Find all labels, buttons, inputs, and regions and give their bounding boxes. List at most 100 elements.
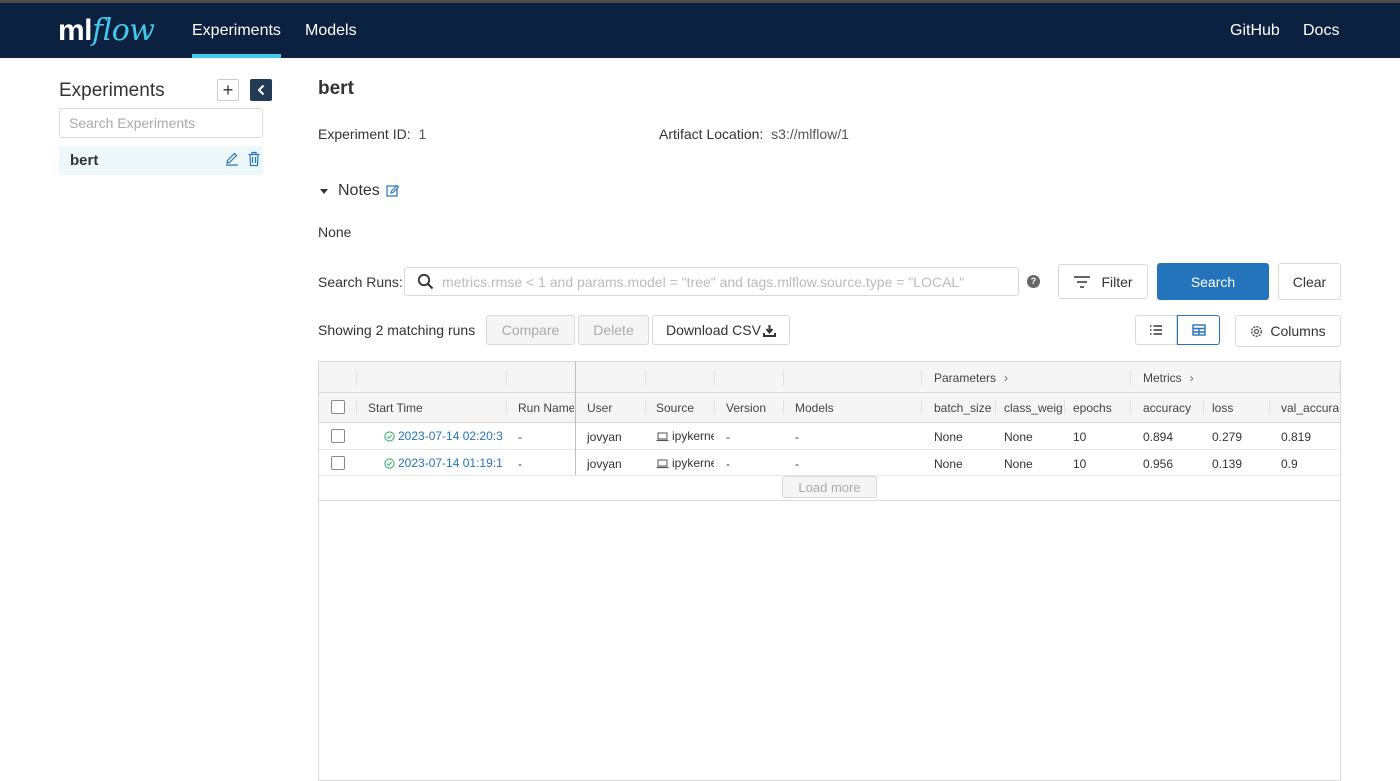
run-version: - xyxy=(726,457,730,471)
column-header[interactable]: loss xyxy=(1212,401,1268,415)
experiment-id-label: Experiment ID: xyxy=(318,126,411,142)
success-check-icon xyxy=(384,431,395,442)
chevron-right-icon: › xyxy=(1004,371,1009,385)
column-header[interactable]: Models xyxy=(795,401,915,415)
nav-experiments[interactable]: Experiments xyxy=(192,3,281,58)
start-time-text: 2023-07-14 02:20:3 xyxy=(398,429,503,443)
list-icon xyxy=(1150,325,1162,335)
notes-label: Notes xyxy=(338,182,380,199)
runs-table: Parameters › Metrics › Start Time Run Name… xyxy=(318,361,1341,781)
group-metrics-label: Metrics xyxy=(1143,371,1182,385)
column-header[interactable]: class_weig xyxy=(1004,401,1064,415)
notes-content: None xyxy=(318,224,352,240)
help-icon[interactable]: ? xyxy=(1027,275,1040,288)
search-runs-label: Search Runs: xyxy=(318,274,403,290)
param-epochs: 10 xyxy=(1073,457,1087,471)
trash-icon[interactable] xyxy=(247,151,261,167)
param-class-weight: None xyxy=(1004,457,1033,471)
chevron-right-icon: › xyxy=(1189,371,1194,385)
artifact-location-value: s3://mlflow/1 xyxy=(771,126,849,142)
metric-val-accuracy: 0.819 xyxy=(1281,430,1312,444)
run-user: jovyan xyxy=(587,430,622,444)
laptop-icon xyxy=(656,432,669,442)
add-experiment-button[interactable]: + xyxy=(217,79,239,101)
mlflow-logo[interactable]: ml flow xyxy=(58,13,155,49)
filter-icon xyxy=(1074,275,1091,288)
run-start-time-link[interactable]: 2023-07-14 01:19:1 xyxy=(384,456,506,470)
column-header[interactable]: Source xyxy=(656,401,712,415)
column-header[interactable]: batch_size xyxy=(934,401,994,415)
caret-down-icon xyxy=(320,188,328,194)
download-csv-button[interactable]: Download CSV xyxy=(652,315,790,345)
success-check-icon xyxy=(384,458,395,469)
metric-val-accuracy: 0.9 xyxy=(1281,457,1298,471)
columns-label: Columns xyxy=(1270,323,1326,339)
group-parameters-label: Parameters xyxy=(934,371,997,385)
param-class-weight: None xyxy=(1004,430,1033,444)
search-runs-input[interactable] xyxy=(442,268,1012,295)
columns-button[interactable]: Columns xyxy=(1235,315,1341,347)
param-batch-size: None xyxy=(934,457,963,471)
search-experiments-input[interactable] xyxy=(59,108,263,138)
select-all-checkbox[interactable] xyxy=(331,400,345,414)
source-text: ipykerne xyxy=(672,456,714,470)
list-view-button[interactable] xyxy=(1135,315,1177,345)
row-checkbox[interactable] xyxy=(331,429,345,443)
gear-icon xyxy=(1251,325,1263,337)
table-view-button[interactable] xyxy=(1177,315,1220,345)
column-header[interactable]: Start Time xyxy=(368,401,504,415)
metric-loss: 0.279 xyxy=(1212,430,1243,444)
metric-loss: 0.139 xyxy=(1212,457,1243,471)
compare-button[interactable]: Compare xyxy=(486,315,575,345)
clear-button[interactable]: Clear xyxy=(1278,263,1341,300)
param-batch-size: None xyxy=(934,430,963,444)
delete-button[interactable]: Delete xyxy=(578,315,649,345)
metric-accuracy: 0.956 xyxy=(1143,457,1174,471)
source-text: ipykerne xyxy=(672,429,714,443)
experiment-id-value: 1 xyxy=(418,126,427,142)
chevron-left-icon xyxy=(257,84,265,96)
download-icon xyxy=(762,324,776,337)
nav-docs[interactable]: Docs xyxy=(1303,3,1339,58)
table-icon xyxy=(1191,324,1206,336)
laptop-icon xyxy=(656,459,669,469)
edit-icon[interactable] xyxy=(225,151,239,167)
search-button[interactable]: Search xyxy=(1157,263,1269,300)
load-more-button[interactable]: Load more xyxy=(782,476,877,498)
experiment-name: bert xyxy=(70,152,99,169)
run-name: - xyxy=(518,430,522,444)
row-checkbox[interactable] xyxy=(331,456,345,470)
pinned-columns-divider xyxy=(575,362,576,475)
logo-ml: ml xyxy=(58,14,93,47)
start-time-text: 2023-07-14 01:19:1 xyxy=(398,456,503,470)
matching-runs-count: Showing 2 matching runs xyxy=(318,322,476,338)
run-start-time-link[interactable]: 2023-07-14 02:20:3 xyxy=(384,429,506,443)
group-parameters[interactable]: Parameters › xyxy=(934,371,1008,385)
column-header[interactable]: Version xyxy=(726,401,782,415)
column-header[interactable]: accuracy xyxy=(1143,401,1203,415)
column-header[interactable]: Run Name xyxy=(518,401,574,415)
sidebar-item-bert[interactable]: bert xyxy=(59,146,263,175)
download-csv-label: Download CSV xyxy=(666,322,761,338)
column-header[interactable]: epochs xyxy=(1073,401,1129,415)
group-metrics[interactable]: Metrics › xyxy=(1143,371,1194,385)
run-source[interactable]: ipykerne xyxy=(656,429,714,443)
filter-button[interactable]: Filter xyxy=(1058,264,1148,299)
artifact-location: Artifact Location: s3://mlflow/1 xyxy=(659,126,849,142)
experiment-id: Experiment ID: 1 xyxy=(318,126,426,142)
nav-models[interactable]: Models xyxy=(305,3,357,58)
filter-label: Filter xyxy=(1101,273,1133,290)
nav-github[interactable]: GitHub xyxy=(1230,3,1280,58)
column-header[interactable]: User xyxy=(587,401,643,415)
run-user: jovyan xyxy=(587,457,622,471)
column-header[interactable]: val_accura xyxy=(1281,401,1340,415)
experiment-title: bert xyxy=(318,78,354,99)
notes-toggle[interactable]: Notes xyxy=(318,182,400,200)
run-models: - xyxy=(795,430,799,444)
edit-notes-icon[interactable] xyxy=(386,184,400,198)
collapse-sidebar-button[interactable] xyxy=(250,79,272,101)
run-models: - xyxy=(795,457,799,471)
run-source[interactable]: ipykerne xyxy=(656,456,714,470)
top-nav-bar: ml flow Experiments Models GitHub Docs xyxy=(0,0,1400,58)
artifact-location-label: Artifact Location: xyxy=(659,126,764,142)
